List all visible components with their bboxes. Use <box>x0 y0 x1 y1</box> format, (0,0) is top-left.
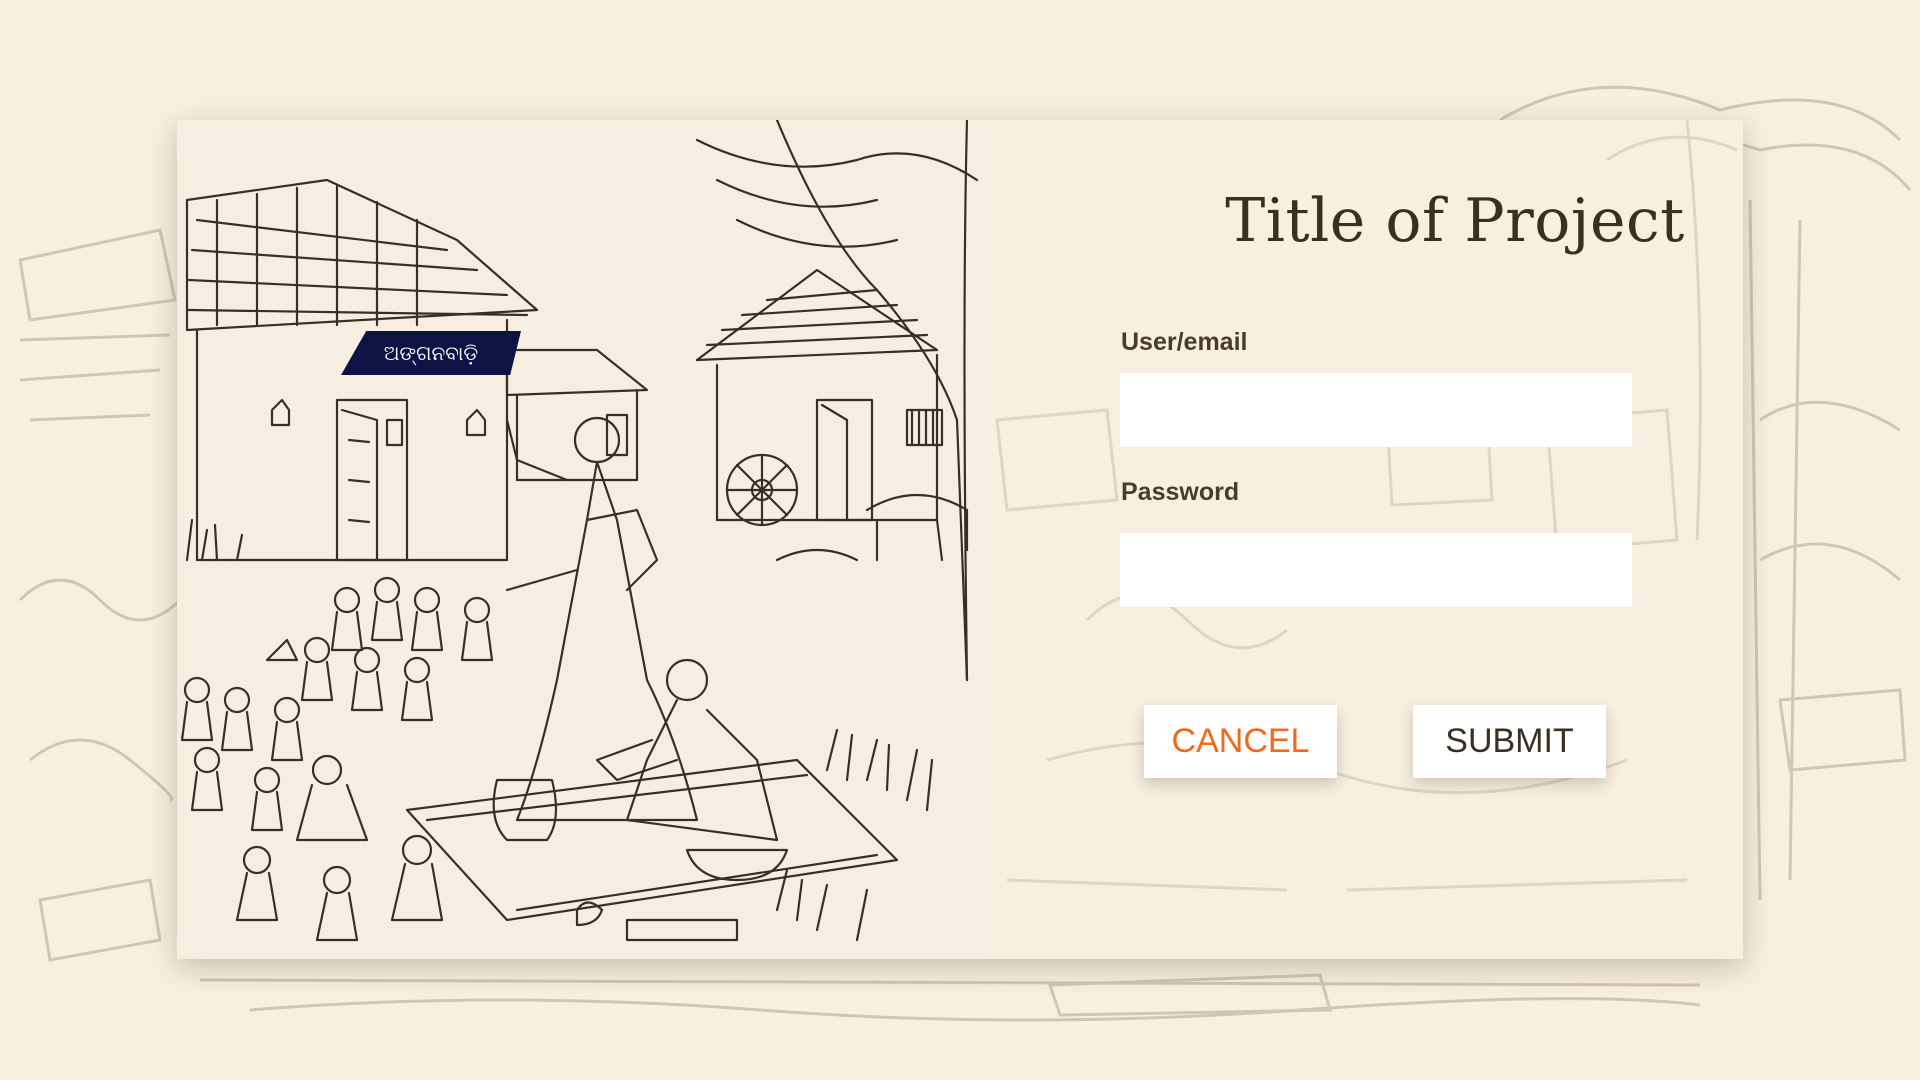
user-email-input[interactable] <box>1120 373 1632 447</box>
village-sketch-image <box>180 120 979 942</box>
cancel-button[interactable]: CANCEL <box>1144 705 1337 778</box>
anganwadi-sign: ଅଙ୍ଗନବାଡ଼ି <box>341 331 521 375</box>
user-email-label: User/email <box>1121 328 1248 356</box>
login-form-panel: Title of Project User/email Password CAN… <box>987 120 1743 959</box>
page-title: Title of Project <box>1225 186 1685 256</box>
password-input[interactable] <box>1120 533 1632 607</box>
submit-button[interactable]: SUBMIT <box>1413 705 1606 778</box>
password-label: Password <box>1121 478 1240 506</box>
anganwadi-illustration: ଅଙ୍ଗନବାଡ଼ି <box>177 120 987 959</box>
login-card: ଅଙ୍ଗନବାଡ଼ି Title of Project User/email P… <box>177 120 1743 959</box>
